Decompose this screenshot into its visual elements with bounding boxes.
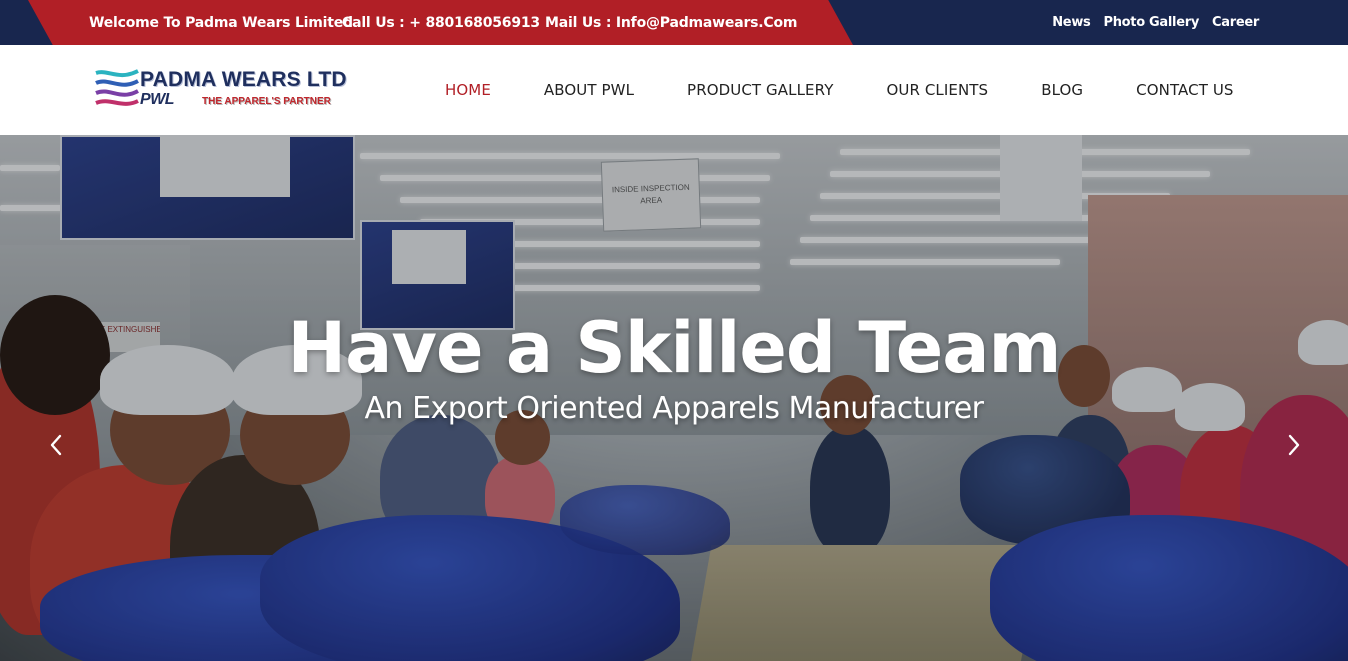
hero-subtitle: An Export Oriented Apparels Manufacturer — [364, 391, 984, 426]
nav-home[interactable]: HOME — [445, 81, 491, 99]
slider-prev-button[interactable] — [41, 430, 71, 460]
logo-tagline: THE APPAREL'S PARTNER — [202, 96, 331, 107]
hero-title: Have a Skilled Team — [287, 307, 1062, 389]
top-link-news[interactable]: News — [1052, 15, 1091, 30]
top-links: News Photo Gallery Career — [1052, 0, 1259, 45]
logo-mark-icon — [95, 69, 139, 106]
call-us-text[interactable]: Call Us : + 880168056913 — [342, 0, 540, 45]
nav-product-gallery[interactable]: PRODUCT GALLERY — [687, 81, 833, 99]
nav-contact-us[interactable]: CONTACT US — [1136, 81, 1233, 99]
main-nav: HOME ABOUT PWL PRODUCT GALLERY OUR CLIEN… — [445, 45, 1234, 135]
chevron-left-icon — [50, 434, 62, 456]
nav-blog[interactable]: BLOG — [1041, 81, 1083, 99]
site-logo[interactable]: PADMA WEARS LTD PWL THE APPAREL'S PARTNE… — [94, 67, 354, 115]
hero-slider: INSIDE INSPECTION AREA FIRE EXTINGUISHE … — [0, 135, 1348, 661]
logo-short: PWL — [140, 91, 175, 108]
logo-name: PADMA WEARS LTD — [140, 68, 347, 91]
top-bar: Welcome To Padma Wears Limited Call Us :… — [0, 0, 1348, 45]
top-link-photo-gallery[interactable]: Photo Gallery — [1103, 15, 1199, 30]
slider-next-button[interactable] — [1279, 430, 1309, 460]
nav-our-clients[interactable]: OUR CLIENTS — [886, 81, 988, 99]
welcome-text: Welcome To Padma Wears Limited — [89, 15, 353, 31]
site-header: PADMA WEARS LTD PWL THE APPAREL'S PARTNE… — [0, 45, 1348, 135]
chevron-right-icon — [1288, 434, 1300, 456]
mail-us-text[interactable]: Mail Us : Info@Padmawears.Com — [545, 0, 797, 45]
nav-about-pwl[interactable]: ABOUT PWL — [544, 81, 634, 99]
top-link-career[interactable]: Career — [1212, 15, 1259, 30]
